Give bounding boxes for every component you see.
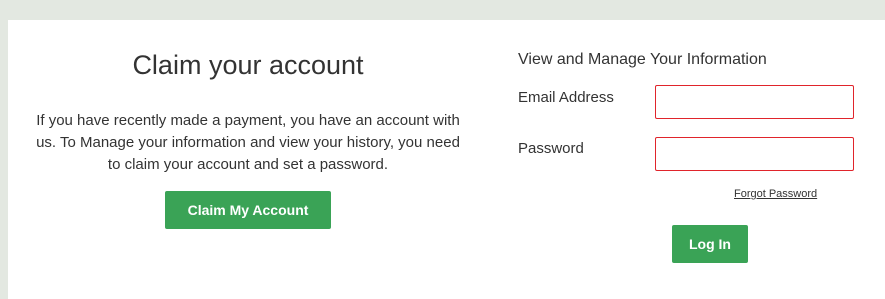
content-panel: Claim your account If you have recently … — [8, 20, 885, 299]
claim-account-description: If you have recently made a payment, you… — [36, 112, 460, 173]
claim-my-account-button[interactable]: Claim My Account — [165, 191, 331, 229]
password-field[interactable] — [655, 137, 854, 171]
forgot-password-link[interactable]: Forgot Password — [734, 188, 817, 200]
log-in-button[interactable]: Log In — [672, 225, 748, 263]
login-section-title: View and Manage Your Information — [518, 51, 767, 68]
email-field[interactable] — [655, 85, 854, 119]
claim-account-title: Claim your account — [132, 50, 364, 80]
email-address-label: Email Address — [518, 89, 614, 106]
password-label: Password — [518, 140, 584, 157]
